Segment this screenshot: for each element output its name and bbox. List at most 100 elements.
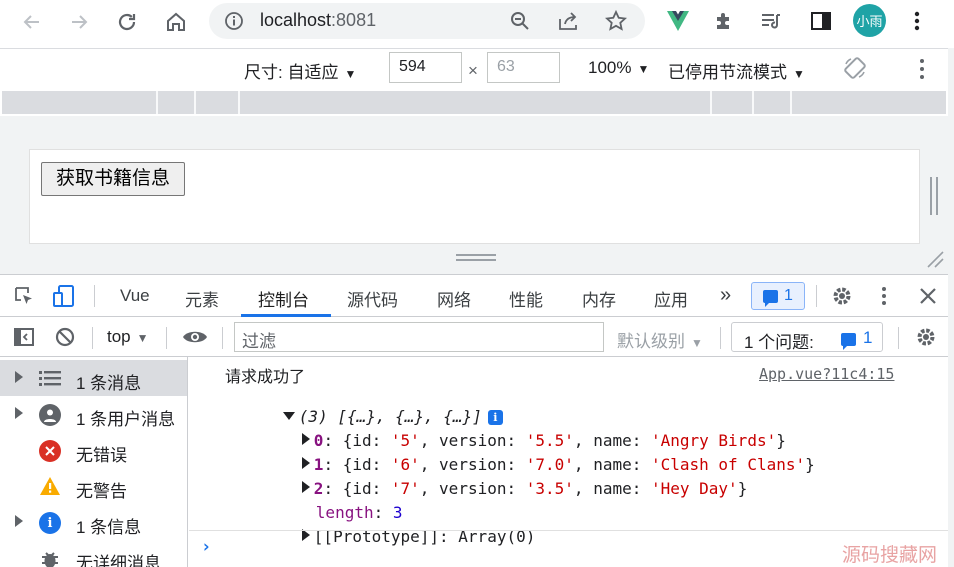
console-prompt[interactable]: › [189,530,948,567]
live-expression-eye-icon[interactable] [182,324,208,350]
times-sign: × [468,61,478,80]
scrollbar[interactable] [948,48,954,567]
divider [94,285,95,307]
home-icon[interactable] [160,6,192,38]
share-icon[interactable] [555,8,581,34]
tab-memory[interactable]: 内存 [582,286,616,311]
list-icon [39,369,61,392]
expand-arrow-icon[interactable] [15,407,23,419]
caret-down-icon: ▼ [637,62,650,76]
tab-application[interactable]: 应用 [654,286,688,311]
sidebar-item-user-messages[interactable]: 1 条用户消息 [0,396,187,432]
device-menu-icon[interactable] [919,58,925,80]
divider [92,327,93,349]
info-icon[interactable] [221,8,247,34]
resize-handle-right[interactable] [930,177,938,215]
extensions-icon[interactable] [709,6,739,36]
issues-counter-button[interactable]: 1 [751,282,805,310]
ruler-divider [238,91,240,114]
console-sidebar: 1 条消息 1 条用户消息 无错误 无警告 i 1 条信息 无详细消息 [0,357,188,567]
ruler-divider [752,91,754,114]
reload-icon[interactable] [111,6,143,38]
throttle-select[interactable]: 已停用节流模式 ▼ [668,58,805,83]
issue-icon [763,289,779,307]
caret-down-icon: ▼ [344,67,357,81]
resize-handle-corner[interactable] [926,250,944,268]
resize-handle-bottom[interactable] [456,254,496,261]
tab-performance[interactable]: 性能 [509,286,543,311]
more-tabs-icon[interactable]: » [720,284,731,307]
sidebar-toggle-icon[interactable] [11,324,37,350]
ruler-divider [194,91,196,114]
url-port: :8081 [331,10,377,30]
prompt-chevron-icon: › [201,537,212,557]
context-label: top [107,327,131,346]
console-settings-icon[interactable] [913,324,939,350]
sidebar-item-label: 无详细消息 [76,554,161,567]
log-level-select[interactable]: 默认级别 ▼ [617,327,703,352]
device-toggle-icon[interactable] [51,283,77,309]
url-text[interactable]: localhost:8081 [260,10,376,31]
forward-icon[interactable] [63,6,95,38]
sidebar-item-label: 无错误 [76,446,127,465]
zoom-select[interactable]: 100% ▼ [588,58,649,78]
watermark: 源码搜藏网 [842,544,938,566]
context-select[interactable]: top ▼ [107,327,149,347]
devtools-menu-icon[interactable] [871,283,897,309]
zoom-icon[interactable] [507,8,533,34]
ruler-divider [156,91,158,114]
sidebar-item-errors[interactable]: 无错误 [0,432,187,468]
clear-console-icon[interactable] [52,324,78,350]
close-icon[interactable] [915,283,941,309]
sidebar-item-label: 1 条消息 [76,374,142,393]
divider [898,327,899,349]
inspect-element-icon[interactable] [11,283,37,309]
divider [816,285,817,307]
tab-network[interactable]: 网络 [437,286,471,311]
sidebar-item-verbose[interactable]: 无详细消息 [0,540,187,567]
address-bar[interactable]: localhost:8081 [209,3,645,39]
browser-toolbar: localhost:8081 小雨 [0,0,954,48]
filter-input[interactable]: 过滤 [234,322,604,352]
sidebar-item-messages[interactable]: 1 条消息 [0,360,187,396]
reading-list-icon[interactable] [756,6,786,36]
sidebar-item-info[interactable]: i 1 条信息 [0,504,187,540]
issues-label: 1 个问题: [744,333,814,352]
user-icon [39,404,61,426]
side-panel-icon[interactable] [806,6,836,36]
issues-count: 1 [863,328,873,347]
media-query-ruler[interactable] [2,91,946,114]
avatar[interactable]: 小雨 [853,4,886,37]
bug-icon [39,548,61,567]
tab-console[interactable]: 控制台 [258,286,309,311]
sidebar-item-label: 1 条用户消息 [76,410,176,429]
rotate-icon[interactable] [843,56,869,82]
sidebar-item-warnings[interactable]: 无警告 [0,468,187,504]
back-icon[interactable] [16,6,48,38]
settings-icon[interactable] [829,283,855,309]
log-level-label: 默认级别 [617,332,685,351]
item-version: '3.5' [525,479,574,498]
divider [222,327,223,349]
screen: localhost:8081 小雨 尺寸: 自适应 ▼ 594 × 63 100… [0,0,954,567]
tab-sources[interactable]: 源代码 [347,286,398,311]
menu-icon[interactable] [902,6,932,36]
fetch-books-button[interactable]: 获取书籍信息 [41,162,185,196]
caret-down-icon: ▼ [136,331,149,345]
expand-arrow-icon[interactable] [15,515,23,527]
height-input[interactable]: 63 [487,52,560,83]
divider [166,327,167,349]
error-icon [39,440,61,462]
info-icon: i [39,512,61,534]
dimensions-select[interactable]: 尺寸: 自适应 ▼ [244,58,356,83]
issues-button[interactable]: 1 个问题: 1 [731,322,883,352]
star-icon[interactable] [603,8,629,34]
tab-vue[interactable]: Vue [120,286,150,306]
vue-devtools-icon[interactable] [663,6,693,36]
width-input[interactable]: 594 [389,52,462,83]
issues-count: 1 [784,287,793,304]
source-link[interactable]: App.vue?11c4:15 [759,365,894,383]
tab-elements[interactable]: 元素 [185,286,219,311]
zoom-label: 100% [588,58,632,77]
expand-arrow-icon[interactable] [15,371,23,383]
